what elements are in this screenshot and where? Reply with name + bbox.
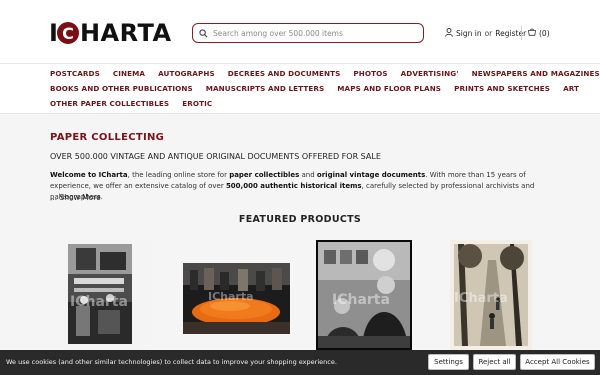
product-image-1[interactable]: ICharta <box>64 240 151 350</box>
intro-bold-2: paper collectibles <box>229 171 300 179</box>
product-image-2[interactable]: ICharta <box>180 260 293 337</box>
nav-item-cinema[interactable]: CINEMA <box>113 69 145 78</box>
nav-row-3: OTHER PAPER COLLECTIBLES EROTIC <box>50 99 225 108</box>
product-photo-1: ICharta <box>64 240 151 350</box>
watermark-text-2: ICharta <box>208 290 254 303</box>
sign-in-link[interactable]: Sign in <box>456 29 482 38</box>
product-photo-2: ICharta <box>180 260 293 337</box>
product-image-3[interactable]: ICharta <box>316 240 412 350</box>
cart-button[interactable]: (0) <box>528 28 550 38</box>
product-photo-4: ICharta <box>450 240 532 350</box>
nav-item-advertising[interactable]: ADVERTISING' <box>401 69 459 78</box>
icharta-logo[interactable]: I C HARTA <box>49 20 172 46</box>
intro-text-1: , the leading online store for <box>127 171 230 179</box>
nav-item-decrees[interactable]: DECREES AND DOCUMENTS <box>228 69 341 78</box>
nav-item-photos[interactable]: PHOTOS <box>353 69 387 78</box>
intro-bold-1: Welcome to ICharta <box>50 171 128 179</box>
nav-item-postcards[interactable]: POSTCARDS <box>50 69 100 78</box>
cookie-message: We use cookies (and other similar techno… <box>6 358 337 366</box>
search-bar[interactable] <box>192 23 424 43</box>
search-icon[interactable] <box>193 24 213 42</box>
watermark-text-1: ICharta <box>70 294 128 310</box>
user-icon <box>445 28 453 39</box>
nav-item-other-paper[interactable]: OTHER PAPER COLLECTIBLES <box>50 99 169 108</box>
or-text: or <box>484 29 493 38</box>
show-more-link[interactable]: ... Show More <box>50 193 101 202</box>
watermark-text-3: ICharta <box>332 292 390 308</box>
intro-bold-4: 500,000 authentic historical items <box>225 182 362 190</box>
cookie-banner: We use cookies (and other similar techno… <box>0 350 600 375</box>
featured-products-heading: FEATURED PRODUCTS <box>238 214 362 225</box>
search-input[interactable] <box>213 28 413 38</box>
page-subtitle: OVER 500.000 VINTAGE AND ANTIQUE ORIGINA… <box>50 152 381 161</box>
cookie-settings-button[interactable]: Settings <box>428 354 469 370</box>
nav-item-maps[interactable]: MAPS AND FLOOR PLANS <box>337 84 441 93</box>
product-image-4[interactable]: ICharta <box>450 240 532 350</box>
cart-count: (0) <box>539 28 550 38</box>
nav-item-prints[interactable]: PRINTS AND SKETCHES <box>454 84 550 93</box>
product-photo-3: ICharta <box>316 240 412 350</box>
nav-row-2: BOOKS AND OTHER PUBLICATIONS MANUSCRIPTS… <box>50 84 592 93</box>
nav-item-newspapers[interactable]: NEWSPAPERS AND MAGAZINES <box>472 69 600 78</box>
category-nav: POSTCARDS CINEMA AUTOGRAPHS DECREES AND … <box>0 64 600 114</box>
cookie-accept-button[interactable]: Accept All Cookies <box>520 354 595 370</box>
logo-wordmark: HARTA <box>79 19 172 47</box>
cookie-reject-button[interactable]: Reject all <box>473 354 516 370</box>
header-divider <box>521 26 522 40</box>
page-title: PAPER COLLECTING <box>50 132 165 143</box>
site-header: I C HARTA Sign in or Register (0) <box>0 0 600 64</box>
intro-paragraph: Welcome to ICharta, the leading online s… <box>50 170 550 203</box>
account-links: Sign in or Register <box>445 28 526 39</box>
nav-item-art[interactable]: ART <box>563 84 579 93</box>
nav-item-erotic[interactable]: EROTIC <box>182 99 212 108</box>
nav-item-manuscripts[interactable]: MANUSCRIPTS AND LETTERS <box>206 84 325 93</box>
nav-item-books[interactable]: BOOKS AND OTHER PUBLICATIONS <box>50 84 193 93</box>
nav-row-1: POSTCARDS CINEMA AUTOGRAPHS DECREES AND … <box>50 69 600 78</box>
watermark-text-4: ICharta <box>454 291 508 306</box>
cart-icon <box>528 28 536 38</box>
intro-text-2: and <box>299 171 317 179</box>
intro-bold-3: original vintage documents <box>316 171 426 179</box>
nav-item-autographs[interactable]: AUTOGRAPHS <box>158 69 215 78</box>
logo-c-circle: C <box>56 22 79 44</box>
